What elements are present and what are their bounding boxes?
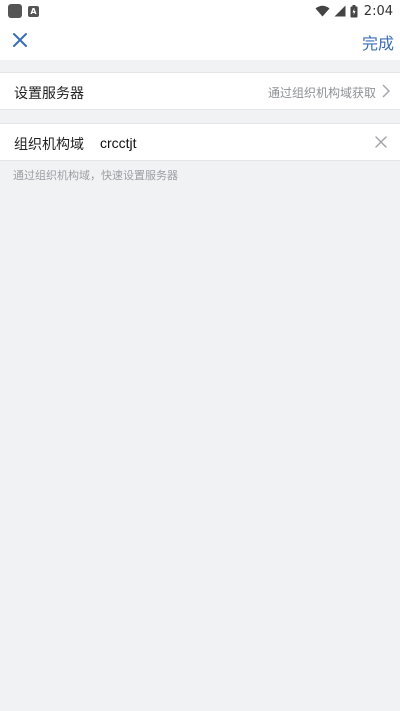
app-notification-icon <box>8 4 22 18</box>
top-navigation-bar: 完成 <box>0 22 400 60</box>
status-bar: A 2:04 <box>0 0 400 22</box>
battery-icon <box>350 4 358 17</box>
server-setting-label: 设置服务器 <box>14 86 84 102</box>
wifi-icon <box>315 5 330 17</box>
a-notification-icon: A <box>28 5 39 17</box>
signal-icon <box>334 5 346 17</box>
notification-area: A <box>8 4 39 18</box>
server-setting-row[interactable]: 设置服务器 通过组织机构域获取 <box>0 72 400 110</box>
close-button[interactable] <box>8 28 32 52</box>
server-setting-value: 通过组织机构域获取 <box>267 86 376 100</box>
org-domain-input[interactable] <box>100 130 350 156</box>
org-domain-row: 组织机构域 <box>0 123 400 161</box>
done-button[interactable]: 完成 <box>362 30 394 54</box>
org-domain-hint: 通过组织机构域，快速设置服务器 <box>13 169 178 182</box>
chevron-right-icon <box>382 84 391 98</box>
system-status-area: 2:04 <box>315 4 393 19</box>
close-icon <box>13 33 27 47</box>
clock: 2:04 <box>363 3 393 19</box>
clear-icon[interactable] <box>374 135 388 149</box>
org-domain-label: 组织机构域 <box>14 137 84 153</box>
